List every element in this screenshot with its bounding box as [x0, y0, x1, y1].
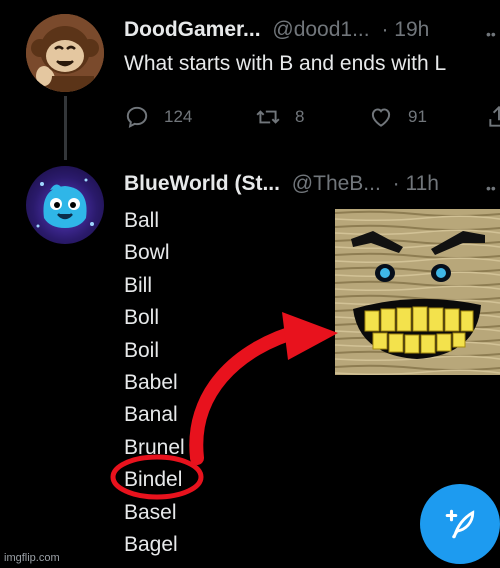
red-arrow-head-icon: [282, 312, 338, 360]
like-count: 91: [408, 107, 427, 126]
like-button[interactable]: 91: [368, 104, 427, 130]
retweet-button[interactable]: 8: [255, 104, 304, 130]
share-button[interactable]: [486, 104, 500, 130]
tweet1-text: What starts with B and ends with L: [124, 52, 447, 75]
tweet1-display-name[interactable]: DoodGamer...: [124, 18, 261, 41]
tweet2-display-name[interactable]: BlueWorld (St...: [124, 172, 280, 195]
retweet-icon: [256, 110, 280, 124]
tweet2-more-icon[interactable]: ••: [486, 180, 496, 196]
list-item: Boil: [124, 338, 160, 362]
compose-tweet-button[interactable]: [420, 484, 500, 564]
list-item: Bagel: [124, 533, 178, 557]
tweet2-handle[interactable]: @TheB...: [292, 172, 381, 195]
list-item: Brunel: [124, 435, 185, 459]
red-arrow-icon: [189, 323, 309, 465]
doodgamer-avatar[interactable]: [26, 14, 104, 92]
reply-button[interactable]: 124: [124, 104, 192, 130]
imgflip-watermark: imgflip.com: [4, 552, 60, 564]
share-icon: [489, 105, 500, 127]
tweet2-header: BlueWorld (St... @TheB... · 11h: [124, 172, 494, 196]
grinning-face-icon: [335, 209, 500, 375]
list-item: Basel: [124, 500, 177, 524]
grinning-face-meme: [335, 209, 500, 375]
reply-count: 124: [164, 107, 193, 126]
list-item: Bowl: [124, 241, 170, 265]
list-item: Boll: [124, 306, 160, 330]
list-item-highlighted: Bindel: [124, 468, 183, 492]
monkey-avatar-icon: [26, 14, 104, 92]
list-item: Babel: [124, 371, 178, 395]
list-item: Bill: [124, 273, 153, 297]
list-item: Banal: [124, 403, 178, 427]
tweet1-handle[interactable]: @dood1...: [272, 18, 369, 41]
compose-tweet-icon: [445, 509, 475, 539]
tweet1-more-icon[interactable]: ••: [486, 26, 496, 42]
heart-icon: [371, 108, 391, 127]
tweet1-actions: 124 8 91: [124, 104, 500, 132]
thread-connector-line: [64, 96, 67, 160]
tweet2-word-list: Ball Bowl Bill Boll Boil Babel Banal Bru…: [124, 205, 185, 561]
blue-blob-avatar-icon: [36, 178, 94, 228]
tweet1-time[interactable]: · 19h: [381, 18, 429, 41]
tweet1-header: DoodGamer... @dood1... · 19h: [124, 18, 494, 42]
retweet-count: 8: [295, 107, 305, 126]
blueworld-avatar[interactable]: [26, 166, 104, 244]
reply-icon: [126, 106, 148, 128]
tweet2-time[interactable]: · 11h: [393, 172, 439, 195]
list-item: Ball: [124, 209, 160, 232]
